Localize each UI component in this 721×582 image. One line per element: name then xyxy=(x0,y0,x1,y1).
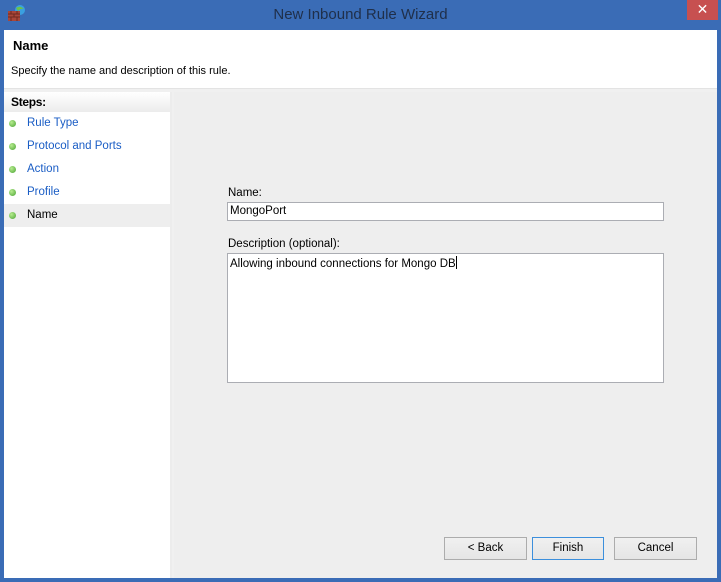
wizard-client: Name Specify the name and description of… xyxy=(4,30,717,578)
step-name: Name xyxy=(4,204,170,227)
text-caret xyxy=(455,256,457,269)
page-title: Name xyxy=(13,38,49,53)
step-profile[interactable]: Profile xyxy=(4,181,170,204)
step-action[interactable]: Action xyxy=(4,158,170,181)
step-complete-icon xyxy=(9,166,16,173)
step-complete-icon xyxy=(9,189,16,196)
window-title: New Inbound Rule Wizard xyxy=(273,6,448,23)
name-label: Name: xyxy=(228,187,262,199)
step-label: Rule Type xyxy=(27,117,79,129)
step-label: Action xyxy=(27,163,59,175)
step-complete-icon xyxy=(9,120,16,127)
description-label: Description (optional): xyxy=(228,238,340,250)
cancel-button[interactable]: Cancel xyxy=(614,537,697,560)
close-button[interactable]: ✕ xyxy=(687,0,718,20)
steps-heading: Steps: xyxy=(4,92,170,112)
description-input[interactable]: Allowing inbound connections for Mongo D… xyxy=(227,253,664,383)
wizard-header: Name Specify the name and description of… xyxy=(4,30,717,89)
step-complete-icon xyxy=(9,143,16,150)
name-input[interactable]: MongoPort xyxy=(227,202,664,221)
step-label: Name xyxy=(27,209,58,221)
back-button[interactable]: < Back xyxy=(444,537,527,560)
step-protocol-and-ports[interactable]: Protocol and Ports xyxy=(4,135,170,158)
step-label: Protocol and Ports xyxy=(27,140,122,152)
close-icon: ✕ xyxy=(696,1,709,17)
description-text: Allowing inbound connections for Mongo D… xyxy=(230,258,456,270)
step-current-icon xyxy=(9,212,16,219)
finish-button[interactable]: Finish xyxy=(532,537,604,560)
page-subtitle: Specify the name and description of this… xyxy=(11,65,231,77)
title-bar: New Inbound Rule Wizard ✕ xyxy=(0,0,721,30)
step-label: Profile xyxy=(27,186,60,198)
steps-panel: Steps: Rule Type Protocol and Ports Acti… xyxy=(4,92,172,578)
main-panel: Name: MongoPort Description (optional): … xyxy=(174,92,717,578)
step-rule-type[interactable]: Rule Type xyxy=(4,112,170,135)
